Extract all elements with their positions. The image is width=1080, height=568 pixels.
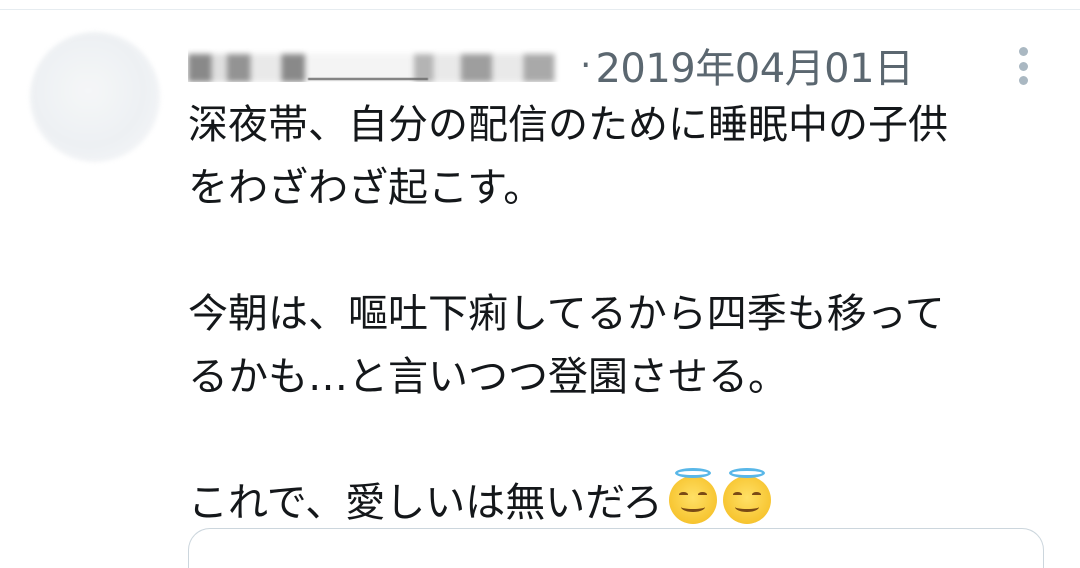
tweet-date[interactable]: 2019年04月01日 [595, 36, 914, 94]
tweet-last-line: これで、愛しいは無いだろ [188, 468, 1048, 535]
top-divider [0, 0, 1080, 10]
more-dot [1018, 47, 1028, 56]
quoted-card[interactable] [188, 528, 1044, 568]
user-name[interactable]: ＿＿＿＿ [188, 48, 578, 82]
avatar[interactable] [30, 32, 160, 162]
tweet-body: 深夜帯、自分の配信のために睡眠中の子供 をわざわざ起こす。 今朝は、嘔吐下痢して… [188, 94, 1048, 535]
tweet-header: ＿＿＿＿ · 2019年04月01日 [188, 40, 1048, 92]
tweet-line: るかも…と言いつつ登園させる。 [188, 354, 788, 400]
smiling-face-with-halo-icon [722, 468, 771, 524]
tweet-line: 深夜帯、自分の配信のために睡眠中の子供 [188, 102, 948, 148]
tweet-line-text: これで、愛しいは無いだろ [188, 480, 663, 526]
tweet: ＿＿＿＿ · 2019年04月01日 深夜帯、自分の配信のために睡眠中の子供 を… [188, 40, 1048, 535]
more-dot [1018, 76, 1028, 85]
user-name-text: ＿＿＿＿ [308, 48, 452, 82]
more-vertical-icon[interactable] [1008, 44, 1038, 88]
tweet-line: 今朝は、嘔吐下痢してるから四季も移って [188, 291, 945, 337]
header-separator: · [580, 44, 592, 86]
smiling-face-with-halo-icon [668, 468, 717, 524]
more-dot [1018, 61, 1028, 71]
tweet-line: をわざわざ起こす。 [188, 165, 544, 211]
